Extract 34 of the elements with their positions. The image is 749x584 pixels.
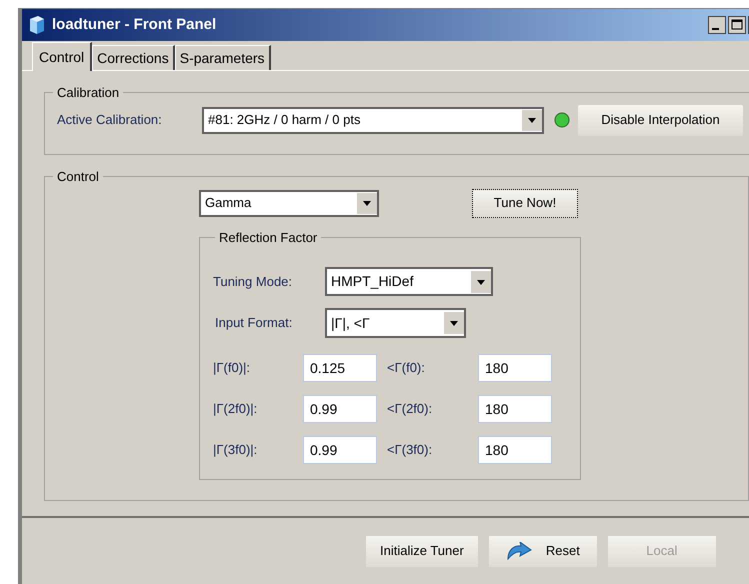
tuning-mode-dropdown[interactable]: HMPT_HiDef bbox=[325, 267, 493, 296]
input-format-dropdown[interactable]: |Γ|, <Γ bbox=[325, 308, 466, 338]
group-title: Calibration bbox=[56, 84, 120, 102]
field-label: Tuning Mode: bbox=[213, 272, 294, 291]
input-field[interactable]: 0.125 bbox=[303, 354, 377, 382]
calibration-dropdown[interactable]: #81: 2GHz / 0 harm / 0 pts bbox=[202, 106, 544, 134]
footer-button[interactable]: Reset bbox=[488, 536, 597, 566]
field-label: |Γ(f0)|: bbox=[213, 359, 252, 378]
footer-button[interactable]: Initialize Tuner bbox=[366, 536, 478, 566]
input-field[interactable]: 180 bbox=[478, 436, 552, 464]
field-label: <Γ(f0): bbox=[386, 359, 426, 378]
tune-now-button[interactable]: Tune Now! bbox=[472, 188, 578, 218]
input-field[interactable]: 0.99 bbox=[303, 395, 377, 423]
input-field[interactable]: 180 bbox=[478, 395, 552, 423]
input-field[interactable]: 0.99 bbox=[303, 436, 377, 464]
field-label: <Γ(2f0): bbox=[386, 400, 434, 418]
mode-dropdown[interactable]: Gamma bbox=[199, 190, 379, 216]
cube-icon bbox=[28, 15, 46, 35]
minimize-icon[interactable] bbox=[708, 16, 726, 34]
group-title: Reflection Factor bbox=[218, 228, 318, 246]
tab[interactable]: Corrections bbox=[92, 45, 175, 70]
group-title: Control bbox=[56, 168, 100, 186]
field-label: Input Format: bbox=[214, 314, 294, 332]
maximize-icon[interactable] bbox=[728, 16, 746, 34]
disable-interpolation-button[interactable]: Disable Interpolation bbox=[578, 104, 743, 136]
curved-arrow-icon bbox=[506, 542, 532, 560]
field-label: |Γ(3f0)|: bbox=[213, 441, 258, 460]
field-label: Active Calibration: bbox=[57, 111, 163, 130]
tab[interactable]: Control bbox=[32, 42, 92, 71]
tab[interactable]: S-parameters bbox=[174, 45, 271, 70]
input-field[interactable]: 180 bbox=[478, 354, 552, 382]
field-label: |Γ(2f0)|: bbox=[213, 400, 258, 418]
window-title: loadtuner - Front Panel bbox=[52, 14, 216, 35]
field-label: <Γ(3f0): bbox=[386, 441, 434, 460]
